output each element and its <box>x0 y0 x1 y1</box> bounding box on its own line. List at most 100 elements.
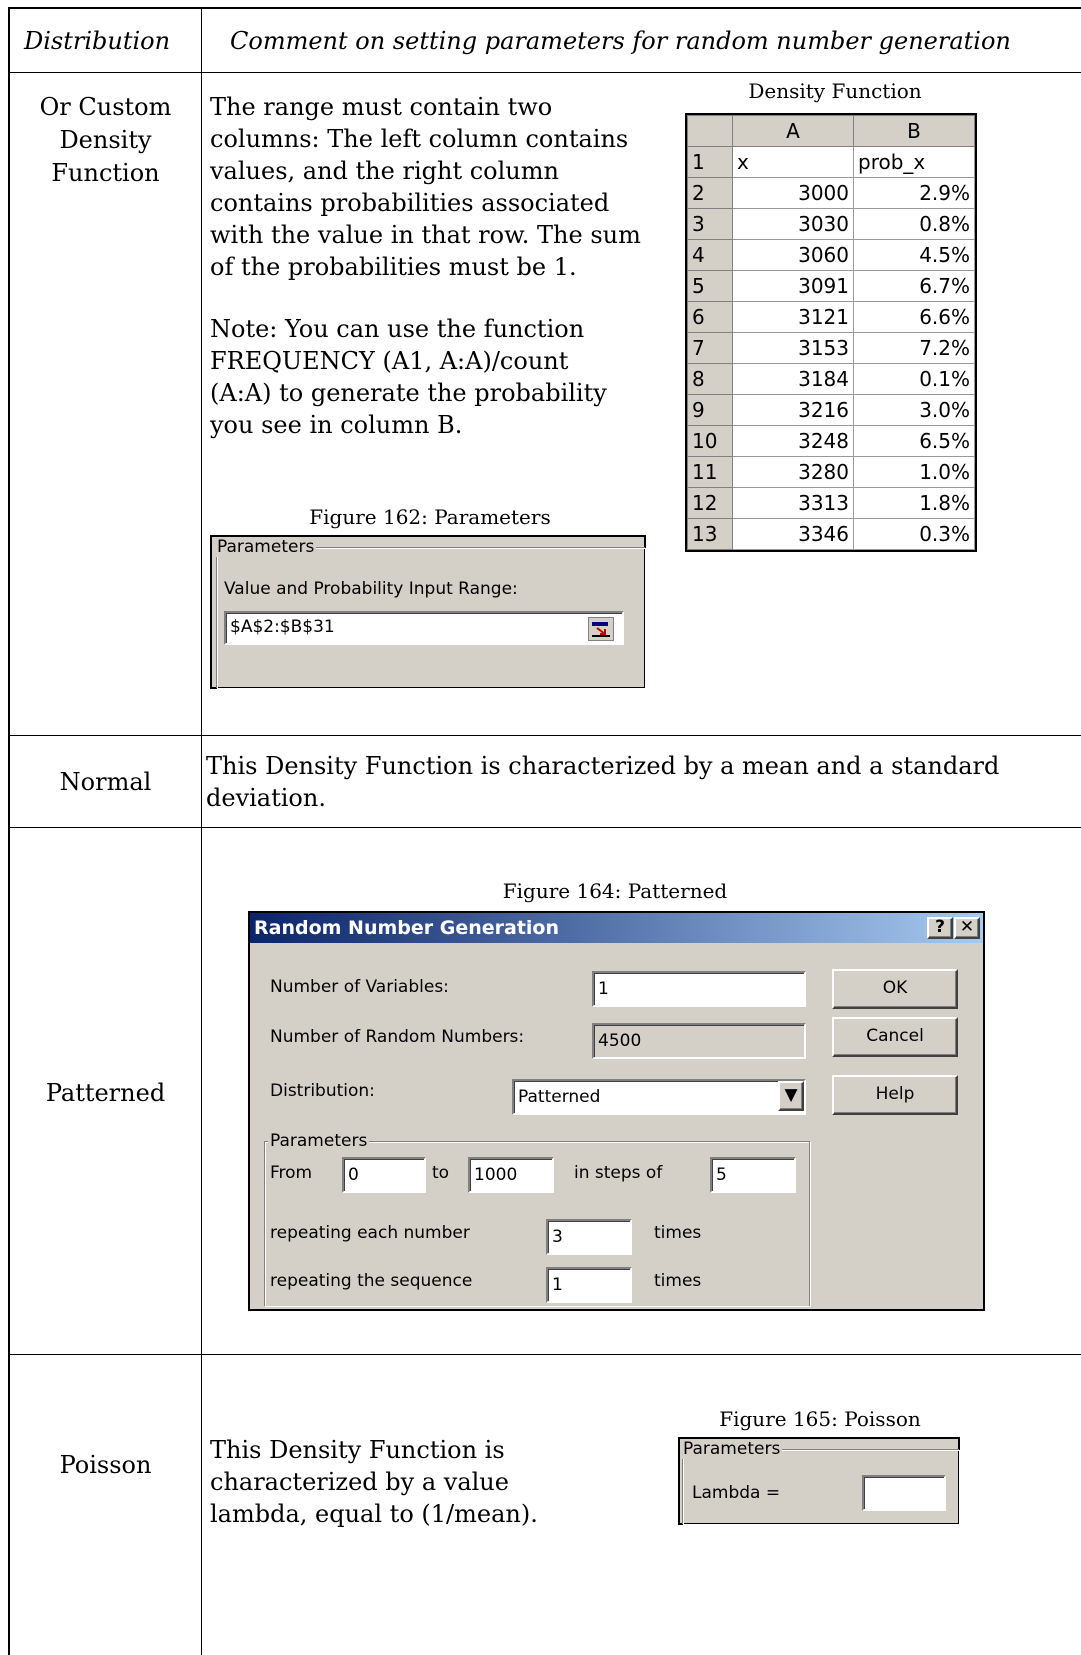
custom-distribution-name: Or Custom Density Function <box>39 93 172 187</box>
repeat-each-input[interactable]: 3 <box>546 1219 632 1255</box>
row-header[interactable]: 4 <box>687 239 733 271</box>
density-spreadsheet: A B 1 x prob_x 2 3000 2.9% 3 3030 0.8% 4 3060 4.5% 5… <box>685 113 977 552</box>
cell-a[interactable]: 3184 <box>732 363 854 395</box>
distribution-select[interactable]: Patterned ▼ <box>512 1079 806 1115</box>
sheet-row: 11 3280 1.0% <box>687 456 975 488</box>
row-header[interactable]: 6 <box>687 301 733 333</box>
cell-a[interactable]: 3153 <box>732 332 854 364</box>
lambda-input[interactable] <box>862 1475 946 1511</box>
column-header[interactable]: B <box>853 115 975 147</box>
num-vars-label: Number of Variables: <box>270 977 449 997</box>
sheet-row: 5 3091 6.7% <box>687 270 975 302</box>
cell-b[interactable]: prob_x <box>853 146 975 178</box>
distribution-label: Distribution: <box>270 1081 375 1101</box>
parameters-label: Parameters <box>681 1439 783 1459</box>
cell-b[interactable]: 0.3% <box>853 518 975 550</box>
parameters-label: Parameters <box>268 1131 370 1151</box>
steps-input[interactable]: 5 <box>710 1157 796 1193</box>
sheet-row: 2 3000 2.9% <box>687 177 975 209</box>
parameters-label: Parameters <box>215 537 317 557</box>
normal-description: This Density Function is characterized b… <box>206 752 1000 812</box>
times-label: times <box>654 1223 702 1243</box>
cell-a[interactable]: 3060 <box>732 239 854 271</box>
num-random-label: Number of Random Numbers: <box>270 1027 525 1047</box>
ok-button[interactable]: OK <box>832 969 958 1009</box>
repeat-each-label: repeating each number <box>270 1223 470 1243</box>
row-header[interactable]: 8 <box>687 363 733 395</box>
column-divider <box>201 9 202 1655</box>
cell-b[interactable]: 4.5% <box>853 239 975 271</box>
poisson-parameters-panel: Parameters Lambda = <box>678 1437 960 1525</box>
chevron-down-icon[interactable]: ▼ <box>778 1081 804 1111</box>
row-header[interactable]: 3 <box>687 208 733 240</box>
cell-b[interactable]: 6.6% <box>853 301 975 333</box>
sheet-row: 13 3346 0.3% <box>687 518 975 550</box>
poisson-distribution-name: Poisson <box>59 1451 152 1479</box>
cell-b[interactable]: 3.0% <box>853 394 975 426</box>
row-header[interactable]: 9 <box>687 394 733 426</box>
column-header[interactable]: A <box>732 115 854 147</box>
collapse-dialog-icon[interactable] <box>588 617 614 641</box>
cell-a[interactable]: 3121 <box>732 301 854 333</box>
cell-b[interactable]: 0.1% <box>853 363 975 395</box>
cell-b[interactable]: 1.8% <box>853 487 975 519</box>
cell-a[interactable]: 3346 <box>732 518 854 550</box>
cell-b[interactable]: 6.7% <box>853 270 975 302</box>
cell-a[interactable]: x <box>732 146 854 178</box>
cell-a[interactable]: 3000 <box>732 177 854 209</box>
row-divider <box>10 1354 1081 1355</box>
row-header[interactable]: 10 <box>687 425 733 457</box>
row-header[interactable]: 2 <box>687 177 733 209</box>
header-comment: Comment on setting parameters for random… <box>230 27 1011 55</box>
to-label: to <box>432 1163 450 1183</box>
cancel-button[interactable]: Cancel <box>832 1017 958 1057</box>
sheet-row: 3 3030 0.8% <box>687 208 975 240</box>
close-icon[interactable]: ✕ <box>954 917 980 939</box>
sheet-row: 12 3313 1.8% <box>687 487 975 519</box>
row-header[interactable]: 13 <box>687 518 733 550</box>
row-header[interactable]: 5 <box>687 270 733 302</box>
sheet-row: 6 3121 6.6% <box>687 301 975 333</box>
row-divider <box>10 735 1081 736</box>
custom-description: The range must contain two columns: The … <box>210 93 641 281</box>
steps-label: in steps of <box>574 1163 663 1183</box>
cell-a[interactable]: 3313 <box>732 487 854 519</box>
num-random-input[interactable]: 4500 <box>592 1023 806 1059</box>
sheet-row: 10 3248 6.5% <box>687 425 975 457</box>
poisson-description: This Density Function is characterized b… <box>210 1436 538 1528</box>
row-header[interactable]: 11 <box>687 456 733 488</box>
cell-a[interactable]: 3248 <box>732 425 854 457</box>
from-label: From <box>270 1163 313 1183</box>
sheet-row: 9 3216 3.0% <box>687 394 975 426</box>
cell-b[interactable]: 6.5% <box>853 425 975 457</box>
parameters-panel: Parameters Value and Probability Input R… <box>210 535 646 689</box>
corner-cell <box>687 115 733 147</box>
cell-b[interactable]: 2.9% <box>853 177 975 209</box>
times-label: times <box>654 1271 702 1291</box>
cell-b[interactable]: 1.0% <box>853 456 975 488</box>
figure-165-caption: Figure 165: Poisson <box>719 1407 921 1431</box>
help-button[interactable]: Help <box>832 1075 958 1115</box>
range-input[interactable]: $A$2:$B$31 <box>224 611 624 645</box>
row-header[interactable]: 12 <box>687 487 733 519</box>
repeat-sequence-label: repeating the sequence <box>270 1271 473 1291</box>
cell-a[interactable]: 3091 <box>732 270 854 302</box>
help-question-icon[interactable]: ? <box>927 917 953 939</box>
figure-164-caption: Figure 164: Patterned <box>502 879 728 903</box>
row-header[interactable]: 7 <box>687 332 733 364</box>
to-input[interactable]: 1000 <box>468 1157 554 1193</box>
cell-a[interactable]: 3030 <box>732 208 854 240</box>
cell-a[interactable]: 3216 <box>732 394 854 426</box>
normal-distribution-name: Normal <box>59 768 152 796</box>
num-vars-input[interactable]: 1 <box>592 971 806 1007</box>
cell-a[interactable]: 3280 <box>732 456 854 488</box>
lambda-label: Lambda = <box>692 1483 781 1503</box>
patterned-distribution-name: Patterned <box>45 1079 166 1107</box>
cell-b[interactable]: 7.2% <box>853 332 975 364</box>
row-header[interactable]: 1 <box>687 146 733 178</box>
cell-b[interactable]: 0.8% <box>853 208 975 240</box>
sheet-row: 8 3184 0.1% <box>687 363 975 395</box>
sheet-caption: Density Function <box>748 79 922 103</box>
repeat-sequence-input[interactable]: 1 <box>546 1267 632 1303</box>
from-input[interactable]: 0 <box>342 1157 426 1193</box>
